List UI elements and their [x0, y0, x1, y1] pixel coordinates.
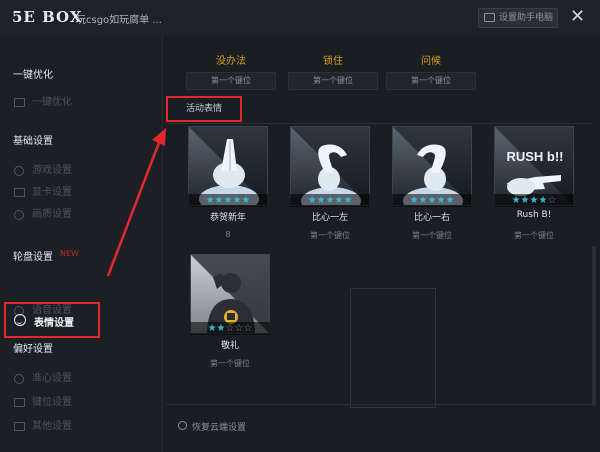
rating-stars: ★★★★★ — [290, 194, 370, 207]
emote-slot-key: 第一个键位 — [288, 72, 378, 90]
sidebar-item-label: 表情设置 — [34, 318, 74, 329]
eye-icon — [14, 210, 24, 220]
section-title-optimize: 一键优化 — [13, 70, 53, 81]
emote-slot-name: 没办法 — [216, 56, 246, 67]
rush-b-banner: RUSH b!! — [506, 149, 563, 164]
section-title-prefs: 偏好设置 — [13, 344, 53, 355]
refresh-icon — [178, 421, 187, 430]
emote-card-salute[interactable]: ★★☆☆☆ 敬礼 第一个键位 — [190, 254, 270, 372]
star-icon: ★ — [214, 195, 224, 206]
emote-card-new-year[interactable]: ★★★★★ 恭贺新年 8 — [188, 126, 268, 244]
emote-slot-1[interactable]: 锁住 第一个键位 — [288, 50, 378, 90]
power-icon — [14, 166, 24, 176]
crosshair-icon — [14, 374, 24, 384]
emote-key: 8 — [225, 230, 231, 239]
star-icon: ☆ — [243, 323, 253, 334]
sidebar-item-quality[interactable]: 画质设置 — [14, 206, 154, 224]
scrollbar[interactable] — [592, 246, 596, 406]
section-title-wheel: 轮盘设置 — [13, 252, 53, 263]
emote-key: 第一个键位 — [210, 359, 250, 368]
sidebar-item-emotes[interactable]: 表情设置 — [4, 302, 100, 338]
star-icon: ★ — [241, 195, 251, 206]
title-bar: 5E BOX 玩csgo如玩腐单 ... 设置助手电脑 ✕ — [0, 0, 600, 36]
keyboard-icon — [14, 398, 25, 407]
restore-cloud-settings-label: 恢复云端设置 — [192, 423, 247, 433]
star-icon: ★ — [409, 195, 419, 206]
rating-stars: ★★★★☆ — [494, 194, 574, 207]
app-window: 5E BOX 玩csgo如玩腐单 ... 设置助手电脑 ✕ 一键优化 一键优化 … — [0, 0, 600, 452]
star-icon: ★ — [316, 195, 326, 206]
sidebar-item-label: 准心设置 — [32, 373, 72, 384]
emote-card-heart-right[interactable]: ★★★★★ 比心一右 第一个键位 — [392, 126, 472, 244]
emote-slot-0[interactable]: 没办法 第一个键位 — [186, 50, 276, 90]
star-icon: ★ — [216, 323, 226, 334]
sidebar-item-label: 显卡设置 — [32, 187, 72, 198]
star-icon: ★ — [307, 195, 317, 206]
star-icon: ★ — [445, 195, 455, 206]
emote-key: 第一个键位 — [514, 231, 554, 240]
new-badge: NEW — [60, 249, 79, 258]
sidebar-item-label: 其他设置 — [32, 421, 72, 432]
selected-card-frame — [350, 288, 436, 408]
emote-slot-name: 锁住 — [323, 56, 343, 67]
emote-name: 比心一左 — [311, 213, 348, 223]
monitor-icon — [484, 13, 495, 22]
window-title: 玩csgo如玩腐单 ... — [76, 15, 162, 26]
smiley-icon — [14, 314, 26, 326]
app-logo: 5E BOX — [12, 8, 83, 26]
star-icon: ★ — [343, 195, 353, 206]
emote-slot-key: 第一个键位 — [186, 72, 276, 90]
optimize-icon — [14, 98, 25, 107]
close-icon[interactable]: ✕ — [570, 6, 585, 28]
list-icon — [14, 422, 25, 431]
star-icon: ★ — [520, 195, 530, 206]
emote-slot-key: 第一个键位 — [386, 72, 476, 90]
sidebar-item-label: 键位设置 — [32, 397, 72, 408]
monitor-icon — [14, 188, 25, 197]
divider — [166, 404, 592, 405]
section-title-basic: 基础设置 — [13, 136, 53, 147]
emote-name: 比心一右 — [413, 213, 450, 223]
top-action-button[interactable]: 设置助手电脑 — [478, 8, 558, 28]
star-icon: ★ — [511, 195, 521, 206]
rating-stars: ★★★★★ — [392, 194, 472, 207]
sidebar-item-keys[interactable]: 键位设置 — [14, 394, 154, 412]
emote-key: 第一个键位 — [412, 231, 452, 240]
emote-slot-2[interactable]: 问候 第一个键位 — [386, 50, 476, 90]
sidebar-item-display[interactable]: 显卡设置 — [14, 184, 154, 202]
sidebar-item-optimize[interactable]: 一键优化 — [14, 94, 154, 112]
section-header-active-emotes: 活动表情 — [166, 96, 242, 122]
divider — [166, 123, 592, 124]
star-icon: ☆ — [547, 195, 557, 206]
emote-name: Rush B! — [516, 210, 552, 220]
star-icon: ★ — [418, 195, 428, 206]
sidebar-item-game[interactable]: 游戏设置 — [14, 162, 154, 180]
sidebar-item-crosshair[interactable]: 准心设置 — [14, 370, 154, 388]
emote-slot-name: 问候 — [421, 56, 441, 67]
emote-card-rush-b[interactable]: RUSH b!! ★★★★☆ Rush B! 第一个键位 — [494, 126, 574, 244]
emote-name: 敬礼 — [220, 341, 239, 351]
emote-card-heart-left[interactable]: ★★★★★ 比心一左 第一个键位 — [290, 126, 370, 244]
star-icon: ★ — [207, 323, 217, 334]
sidebar-item-other[interactable]: 其他设置 — [14, 418, 154, 436]
restore-cloud-settings-link[interactable]: 恢复云端设置 — [178, 420, 246, 433]
emote-name: 恭贺新年 — [209, 213, 246, 223]
sidebar-item-label: 画质设置 — [32, 209, 72, 220]
sidebar: 一键优化 一键优化 基础设置 游戏设置 显卡设置 画质设置 轮盘设置 NEW 语… — [0, 36, 163, 452]
emote-key: 第一个键位 — [310, 231, 350, 240]
rating-stars: ★★☆☆☆ — [190, 322, 270, 335]
main-content: 没办法 第一个键位 锁住 第一个键位 问候 第一个键位 活动表情 ★★★★★ 恭… — [164, 36, 600, 452]
top-action-label: 设置助手电脑 — [499, 13, 554, 23]
sidebar-item-label: 一键优化 — [32, 97, 72, 108]
star-icon: ★ — [205, 195, 215, 206]
sidebar-item-label: 游戏设置 — [32, 165, 72, 176]
rating-stars: ★★★★★ — [188, 194, 268, 207]
